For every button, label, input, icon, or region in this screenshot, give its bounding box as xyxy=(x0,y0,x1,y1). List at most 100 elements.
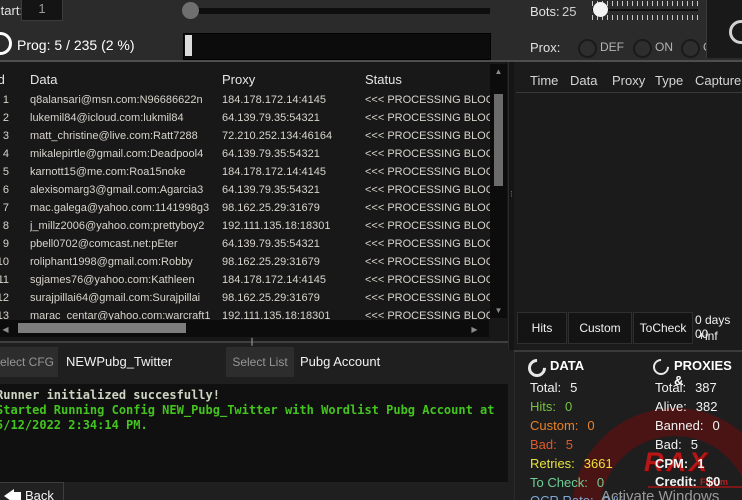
cell-status: <<< PROCESSING BLOCK xyxy=(365,109,490,127)
cell-id: 12 xyxy=(0,289,9,307)
topbar-right-panel xyxy=(706,0,742,58)
table-row[interactable]: 1q8alansari@msn.com:N96686622n184.178.17… xyxy=(0,91,490,109)
select-list-button[interactable]: Select List xyxy=(226,347,294,377)
top-bar: Start: Bots: 25 Prog: 5 / 235 (2 %) Prox… xyxy=(0,0,742,62)
scroll-down-icon[interactable]: ▼ xyxy=(490,306,507,315)
stat-data-tocheck: To Check:0 xyxy=(530,475,604,490)
log-line: Started Running Config NEW_Pubg_Twitter … xyxy=(0,403,508,418)
cell-status: <<< PROCESSING BLOCK xyxy=(365,199,490,217)
spinner-icon xyxy=(0,32,12,55)
back-arrow-icon-bar xyxy=(14,492,21,500)
vertical-scroll-thumb[interactable] xyxy=(494,94,503,186)
cell-data: mikalepirtle@gmail.com:Deadpool4 xyxy=(30,145,218,163)
runner-window: Start: Bots: 25 Prog: 5 / 235 (2 %) Prox… xyxy=(0,0,742,500)
cell-status: <<< PROCESSING BLOCK xyxy=(365,163,490,181)
cell-data: q8alansari@msn.com:N96686622n xyxy=(30,91,218,109)
back-button[interactable]: Back xyxy=(0,482,64,500)
cell-proxy: 98.162.25.29:31679 xyxy=(222,253,362,271)
gear-icon[interactable] xyxy=(729,20,742,44)
table-row[interactable]: 6alexisomarg3@gmail.com:Agarcia364.139.7… xyxy=(0,181,490,199)
start-input[interactable] xyxy=(21,0,63,21)
bots-value: 25 xyxy=(562,4,576,19)
scroll-up-icon[interactable]: ▲ xyxy=(490,67,507,76)
runner-log: Runner initialized succesfully! Started … xyxy=(0,384,508,482)
table-row[interactable]: 7mac.galega@yahoo.com:1141998g398.162.25… xyxy=(0,199,490,217)
start-slider-knob[interactable] xyxy=(182,2,199,19)
col-header-proxy[interactable]: Proxy xyxy=(222,72,255,87)
hits-panel: Time Data Proxy Type Capture Hits Custom… xyxy=(514,62,742,350)
tab-custom[interactable]: Custom xyxy=(568,312,632,344)
cell-id: 13 xyxy=(0,307,9,320)
col-header-id[interactable]: Id xyxy=(0,72,5,87)
wordlist-name: Pubg Account xyxy=(300,354,380,369)
prox-off-radio[interactable] xyxy=(681,39,700,58)
prox-on-radio[interactable] xyxy=(633,39,652,58)
hits-col-data[interactable]: Data xyxy=(570,73,597,88)
col-header-data[interactable]: Data xyxy=(30,72,57,87)
cell-id: 8 xyxy=(0,217,9,235)
cell-id: 3 xyxy=(0,127,9,145)
cell-status: <<< PROCESSING BLOCK xyxy=(365,145,490,163)
cell-proxy: 64.139.79.35:54321 xyxy=(222,235,362,253)
table-row[interactable]: 12surajpillai64@gmail.com:Surajpillai98.… xyxy=(0,289,490,307)
table-row[interactable]: 9pbell0702@comcast.net:pEter64.139.79.35… xyxy=(0,235,490,253)
vertical-scrollbar[interactable]: ▲ ▼ xyxy=(490,64,507,318)
stat-data-retries: Retries:3661 xyxy=(530,456,613,471)
scroll-right-icon[interactable]: ▶ xyxy=(466,325,483,334)
cell-data: alexisomarg3@gmail.com:Agarcia3 xyxy=(30,181,218,199)
eta-inf: +inf xyxy=(698,329,718,343)
bots-slider[interactable] xyxy=(590,0,700,26)
cell-status: <<< PROCESSING BLOCK xyxy=(365,217,490,235)
tab-hits[interactable]: Hits xyxy=(517,312,567,344)
splitter-grip: ⁝ xyxy=(510,192,513,197)
cell-proxy: 64.139.79.35:54321 xyxy=(222,145,362,163)
results-table: Id Data Proxy Status 1 q8alansari@msn.com… xyxy=(0,62,508,341)
cell-id: 1 xyxy=(0,91,9,109)
cell-id: 5 xyxy=(0,163,9,181)
scroll-left-icon[interactable]: ◀ xyxy=(0,325,14,334)
cell-status: <<< PROCESSING BLOCK xyxy=(365,271,490,289)
table-row[interactable]: 3 matt_christine@live.com:Ratt728872.210.… xyxy=(0,127,490,145)
col-header-status[interactable]: Status xyxy=(365,72,402,87)
hits-col-proxy[interactable]: Proxy xyxy=(612,73,645,88)
progress-fill xyxy=(185,35,192,56)
cell-data: pbell0702@comcast.net:pEter xyxy=(30,235,218,253)
cell-data: roliphant1998@gmail.com:Robby xyxy=(30,253,218,271)
log-line: 5/12/2022 2:34:14 PM. xyxy=(0,418,508,433)
table-row[interactable]: 4 mikalepirtle@gmail.com:Deadpool464.139.… xyxy=(0,145,490,163)
horizontal-splitter-grip[interactable]: ∥ xyxy=(250,337,254,346)
table-rows: 1 q8alansari@msn.com:N96686622n 184.178.17… xyxy=(0,91,490,320)
progress-label: Prog: 5 / 235 (2 %) xyxy=(17,37,135,53)
table-row[interactable]: 5karnott15@me.com:Roa15noke184.178.172.1… xyxy=(0,163,490,181)
cell-proxy: 64.139.79.35:54321 xyxy=(222,181,362,199)
tab-tocheck[interactable]: ToCheck xyxy=(633,312,693,344)
prox-label: Prox: xyxy=(530,40,560,55)
hits-col-time[interactable]: Time xyxy=(530,73,558,88)
log-line: Runner initialized succesfully! xyxy=(0,388,508,403)
table-row[interactable]: 11sgjames76@yahoo.com:Kathleen184.178.17… xyxy=(0,271,490,289)
select-cfg-button[interactable]: Select CFG xyxy=(0,347,58,377)
stat-data-total: Total:5 xyxy=(530,380,577,395)
cell-proxy: 184.178.172.14:4145 xyxy=(222,163,362,181)
hits-col-type[interactable]: Type xyxy=(655,73,683,88)
cell-id: 10 xyxy=(0,253,9,271)
table-row[interactable]: 10 roliphant1998@gmail.com:Robby98.162.25… xyxy=(0,253,490,271)
hits-col-capture[interactable]: Capture xyxy=(695,73,741,88)
cell-data: matt_christine@live.com:Ratt7288 xyxy=(30,127,218,145)
start-slider[interactable] xyxy=(183,0,490,22)
stat-data-hits: Hits:0 xyxy=(530,399,572,414)
table-row[interactable]: 13marac_centar@yahoo.com:warcraft1192.11… xyxy=(0,307,490,320)
cell-data: lukemil84@icloud.com:lukmil84 xyxy=(30,109,218,127)
bots-slider-knob[interactable] xyxy=(593,2,608,17)
table-row[interactable]: 8j_millz2006@yahoo.com:prettyboy2192.111… xyxy=(0,217,490,235)
activate-windows-notice: Activate Windows xyxy=(601,488,719,500)
horizontal-scroll-thumb[interactable] xyxy=(18,323,186,333)
horizontal-scrollbar[interactable]: ◀ ▶ xyxy=(0,320,489,337)
cell-id: 4 xyxy=(0,145,9,163)
cell-id: 2 xyxy=(0,109,9,127)
prox-def-radio[interactable] xyxy=(578,39,597,58)
table-row[interactable]: 2lukemil84@icloud.com:lukmil8464.139.79.… xyxy=(0,109,490,127)
cell-status: <<< PROCESSING BLOCK xyxy=(365,235,490,253)
cell-proxy: 72.210.252.134:46164 xyxy=(222,127,362,145)
bots-label: Bots: xyxy=(530,4,560,19)
